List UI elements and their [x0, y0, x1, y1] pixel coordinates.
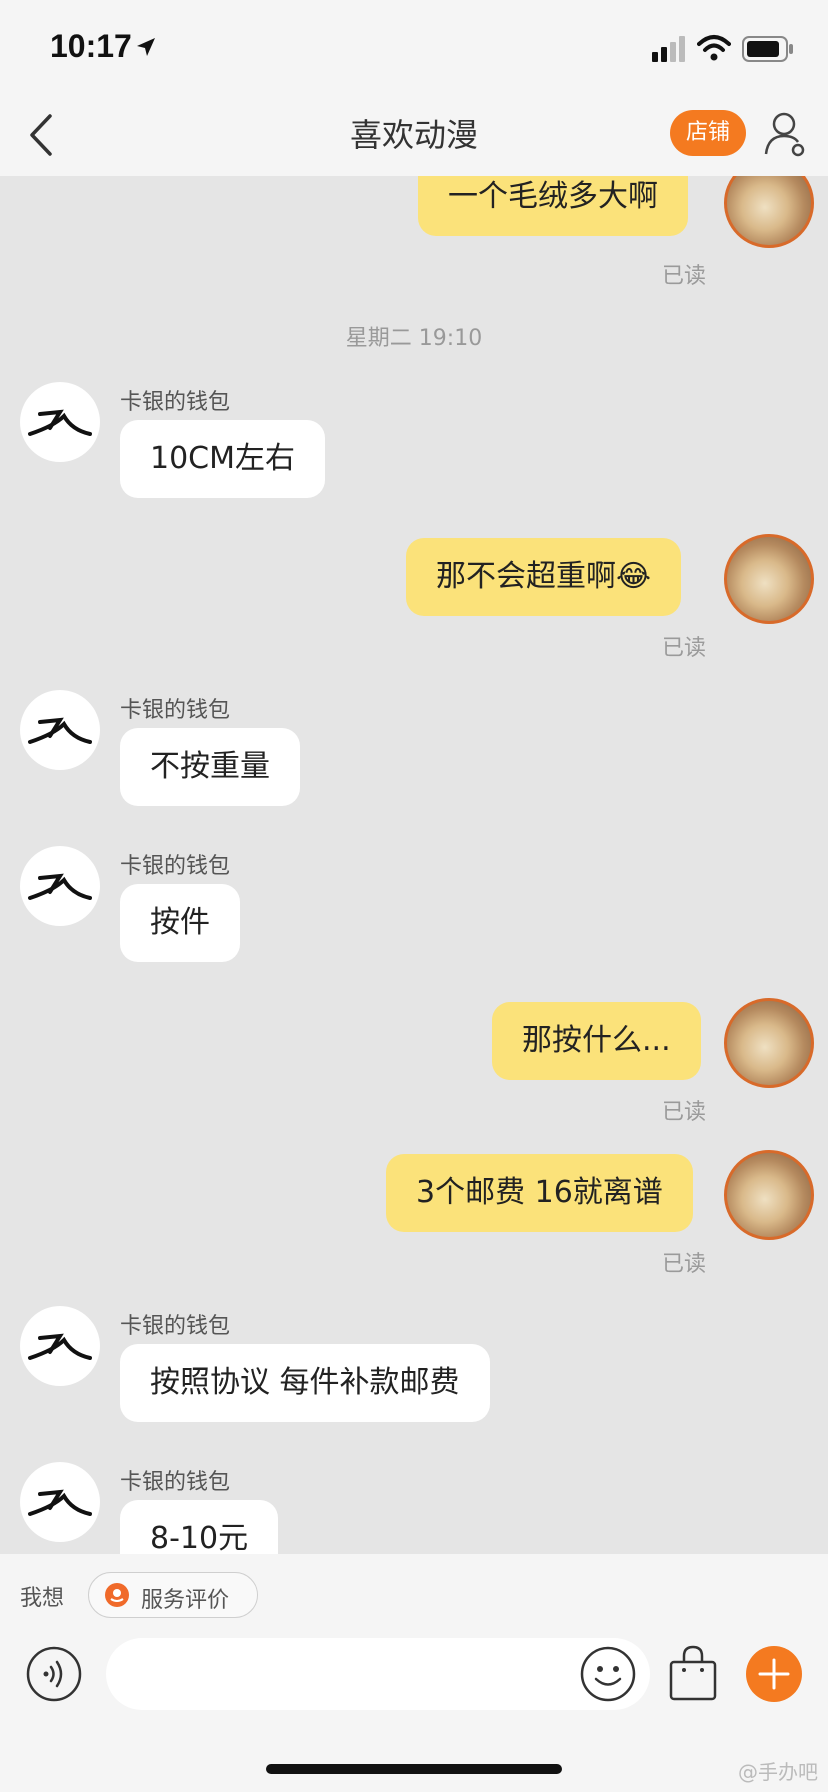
their-message-bubble[interactable]: 按照协议 每件补款邮费 [120, 1344, 490, 1422]
sender-name: 卡银的钱包 [120, 698, 231, 723]
contact-avatar[interactable] [20, 690, 100, 770]
message-input-bar: @手办吧 [0, 1636, 828, 1792]
plus-icon [758, 1658, 790, 1690]
their-message-bubble[interactable]: 8-10元 [120, 1500, 279, 1554]
shop-button[interactable]: 店铺 [670, 110, 746, 156]
my-message-bubble[interactable]: 那按什么... [492, 1002, 701, 1080]
shopping-bag-icon[interactable] [668, 1644, 718, 1702]
my-message-bubble[interactable]: 一个毛绒多大啊 [418, 176, 688, 236]
brush-logo-icon [28, 1489, 92, 1516]
their-message-bubble[interactable]: 10CM左右 [120, 420, 326, 498]
add-more-button[interactable] [746, 1646, 802, 1702]
battery-icon [742, 36, 793, 62]
their-message-bubble[interactable]: 按件 [120, 884, 240, 962]
my-avatar[interactable] [724, 176, 814, 248]
read-receipt: 已读 [661, 264, 706, 289]
my-avatar[interactable] [724, 534, 814, 624]
voice-input-icon[interactable] [26, 1646, 82, 1702]
watermark-text: @手办吧 [738, 1760, 818, 1784]
user-settings-icon[interactable] [764, 110, 806, 158]
their-message-bubble[interactable]: 不按重量 [120, 728, 300, 806]
read-receipt: 已读 [661, 636, 706, 661]
my-avatar[interactable] [724, 1150, 814, 1240]
service-rating-label: 服务评价 [141, 1588, 230, 1613]
wifi-icon [697, 35, 731, 61]
service-rating-chip[interactable]: 服务评价 [88, 1572, 258, 1618]
my-message-bubble[interactable]: 那不会超重啊😂 [406, 538, 682, 616]
nav-bar: 喜欢动漫 店铺 [0, 96, 828, 176]
contact-avatar[interactable] [20, 1306, 100, 1386]
read-receipt: 已读 [661, 1100, 706, 1125]
location-arrow-icon [137, 38, 155, 56]
sender-name: 卡银的钱包 [120, 854, 231, 879]
read-receipt: 已读 [661, 1252, 706, 1277]
sender-name: 卡银的钱包 [120, 1470, 231, 1495]
my-message-bubble[interactable]: 3个邮费 16就离谱 [386, 1154, 693, 1232]
emoji-icon[interactable] [580, 1646, 636, 1702]
quick-action-bar: 我想 服务评价 [0, 1554, 828, 1636]
status-time: 10:17 [50, 28, 132, 64]
sender-name: 卡银的钱包 [120, 1314, 231, 1339]
quick-prefix-label: 我想 [20, 1586, 65, 1611]
chat-area[interactable]: 一个毛绒多大啊 已读 星期二 19:10 卡银的钱包 10CM左右 那不会超重啊… [0, 176, 828, 1554]
brush-logo-icon [28, 873, 92, 900]
brush-logo-icon [28, 409, 92, 436]
chat-timestamp: 星期二 19:10 [345, 326, 483, 351]
cellular-signal-icon [652, 36, 685, 62]
contact-avatar[interactable] [20, 846, 100, 926]
brush-logo-icon [28, 717, 92, 744]
contact-avatar[interactable] [20, 1462, 100, 1542]
brush-logo-icon [28, 1333, 92, 1360]
status-bar: 10:17 [0, 0, 828, 96]
my-avatar[interactable] [724, 998, 814, 1088]
flower-badge-icon [105, 1583, 129, 1607]
home-indicator[interactable] [266, 1764, 562, 1774]
contact-avatar[interactable] [20, 382, 100, 462]
sender-name: 卡银的钱包 [120, 390, 231, 415]
message-input[interactable] [106, 1638, 650, 1710]
